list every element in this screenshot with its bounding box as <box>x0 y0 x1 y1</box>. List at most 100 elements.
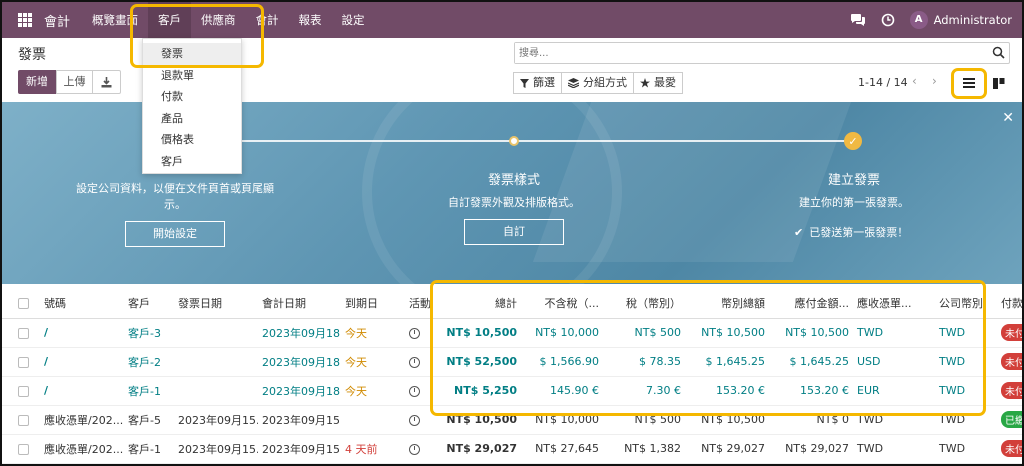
group-by-label: 分組方式 <box>583 76 627 89</box>
menu-item-pricelists[interactable]: 價格表 <box>143 129 241 151</box>
pager-previous-icon[interactable]: ‹ <box>912 74 917 88</box>
cell-number[interactable]: 應收憑單/202... <box>40 434 124 464</box>
row-checkbox[interactable] <box>2 405 40 435</box>
close-icon[interactable]: ✕ <box>1002 110 1014 126</box>
download-button[interactable] <box>93 70 121 94</box>
cell-untaxed: NT$ 27,645 <box>521 434 603 464</box>
pager-next-icon[interactable]: › <box>932 74 937 88</box>
step3-description: 建立你的第一張發票。 <box>799 196 909 209</box>
cell-number[interactable]: / <box>40 347 124 377</box>
step2-description: 自訂發票外觀及排版格式。 <box>448 196 580 209</box>
column-header-accounting-date[interactable]: 會計日期 <box>258 288 341 319</box>
column-header-invoice-date[interactable]: 發票日期 <box>174 288 258 319</box>
app-name[interactable]: 會計 <box>44 11 70 30</box>
navbar-systray: A Administrator <box>850 2 1012 38</box>
cell-accounting-date: 2023年09月18... <box>258 347 341 377</box>
filter-label: 篩選 <box>533 76 555 89</box>
nav-item-configuration[interactable]: 設定 <box>332 2 375 38</box>
filter-button[interactable]: 篩選 <box>513 72 562 94</box>
row-checkbox[interactable] <box>2 318 40 348</box>
row-checkbox[interactable] <box>2 376 40 406</box>
cell-customer[interactable]: 客戶-5 <box>124 405 174 435</box>
user-name[interactable]: Administrator <box>934 13 1012 27</box>
app-frame: 會計 概覽畫面 客戶 供應商 會計 報表 設定 A Administrator … <box>0 0 1024 466</box>
cell-due-date: 今天 <box>341 347 405 377</box>
cell-company-currency: TWD <box>935 434 997 464</box>
cell-customer[interactable]: 客戶-1 <box>124 376 174 406</box>
highlight-ring-amount-columns <box>430 280 986 416</box>
status-badge: 未付 <box>1001 324 1022 341</box>
step2-customize-button[interactable]: 自訂 <box>464 219 564 245</box>
activity-clock-icon[interactable] <box>409 327 420 339</box>
user-avatar[interactable]: A <box>909 11 928 29</box>
nav-item-reporting[interactable]: 報表 <box>289 2 332 38</box>
step3-title: 建立發票 <box>827 173 880 188</box>
step1-setup-button[interactable]: 開始設定 <box>125 221 225 247</box>
menu-item-products[interactable]: 產品 <box>143 108 241 130</box>
cell-customer[interactable]: 客戶-3 <box>124 318 174 348</box>
cell-number[interactable]: 應收憑單/202... <box>40 405 124 435</box>
search-options: 篩選 分組方式 最愛 <box>513 72 683 94</box>
cell-amount-due: NT$ 29,027 <box>769 434 853 464</box>
row-checkbox[interactable] <box>2 434 40 464</box>
cell-number[interactable]: / <box>40 318 124 348</box>
new-button[interactable]: 新增 <box>18 70 56 94</box>
highlight-ring-menu <box>130 4 264 68</box>
activity-clock-icon[interactable] <box>409 443 420 455</box>
pager-value[interactable]: 1-14 / 14 <box>858 76 908 89</box>
cell-currency-total: NT$ 29,027 <box>685 434 769 464</box>
kanban-view-button[interactable] <box>986 72 1012 94</box>
table-row[interactable]: 應收憑單/202... 客戶-1 2023年09月15... 2023年09月1… <box>2 434 1022 464</box>
column-header-number[interactable]: 號碼 <box>40 288 124 319</box>
cell-due-date: 今天 <box>341 318 405 348</box>
star-icon <box>640 78 650 88</box>
activity-clock-icon[interactable] <box>409 356 420 368</box>
cell-customer[interactable]: 客戶-1 <box>124 434 174 464</box>
clock-activity-icon[interactable] <box>880 12 896 28</box>
status-badge: 未付 <box>1001 382 1022 399</box>
cell-activity[interactable] <box>405 434 435 464</box>
cell-accounting-date: 2023年09月15... <box>258 405 341 435</box>
page-title: 發票 <box>18 47 46 63</box>
status-badge: 未付 <box>1001 440 1022 457</box>
step1-description: 設定公司資料，以便在文件頁首或頁尾顯示。 <box>76 182 274 211</box>
step2-block: 發票樣式 自訂發票外觀及排版格式。 <box>432 169 596 210</box>
step3-check-icon: ✓ <box>844 132 862 150</box>
step3-done-message: ✔ 已發送第一張發票！ <box>794 224 908 240</box>
cell-accounting-date: 2023年09月18... <box>258 376 341 406</box>
cell-due-date: 今天 <box>341 376 405 406</box>
cell-invoice-date <box>174 347 258 377</box>
step3-done-text: 已發送第一張發票！ <box>809 226 909 239</box>
menu-item-payments[interactable]: 付款 <box>143 86 241 108</box>
cell-customer[interactable]: 客戶-2 <box>124 347 174 377</box>
apps-grid-icon[interactable] <box>18 13 32 27</box>
onboarding-progress-line <box>207 140 852 142</box>
activity-clock-icon[interactable] <box>409 385 420 397</box>
cell-invoice-date: 2023年09月15... <box>174 434 258 464</box>
cell-accounting-date: 2023年09月18... <box>258 318 341 348</box>
filter-icon <box>520 78 529 88</box>
row-checkbox[interactable] <box>2 347 40 377</box>
cell-tax: NT$ 1,382 <box>603 434 685 464</box>
column-header-customer[interactable]: 客戶 <box>124 288 174 319</box>
search-input[interactable] <box>515 43 975 63</box>
cell-invoice-date: 2023年09月15... <box>174 405 258 435</box>
activity-clock-icon[interactable] <box>409 414 420 426</box>
cell-total: NT$ 29,027 <box>435 434 521 464</box>
cell-payment-status: 未付 <box>997 376 1022 406</box>
chat-icon[interactable] <box>850 12 866 28</box>
favorites-label: 最愛 <box>654 76 676 89</box>
select-all-checkbox[interactable] <box>2 288 40 319</box>
menu-item-customers[interactable]: 客戶 <box>143 151 241 173</box>
group-by-button[interactable]: 分組方式 <box>561 72 634 94</box>
cell-payment-status: 未付 <box>997 347 1022 377</box>
download-icon <box>101 76 112 87</box>
step3-block: 建立發票 建立你的第一張發票。 <box>772 169 936 210</box>
upload-button[interactable]: 上傳 <box>56 70 93 94</box>
search-icon[interactable] <box>992 46 1005 62</box>
favorites-button[interactable]: 最愛 <box>633 72 683 94</box>
search-bar <box>514 42 1010 64</box>
column-header-due-date[interactable]: 到期日 <box>341 288 405 319</box>
cell-number[interactable]: / <box>40 376 124 406</box>
column-header-payment-status[interactable]: 付款狀 <box>997 288 1022 319</box>
